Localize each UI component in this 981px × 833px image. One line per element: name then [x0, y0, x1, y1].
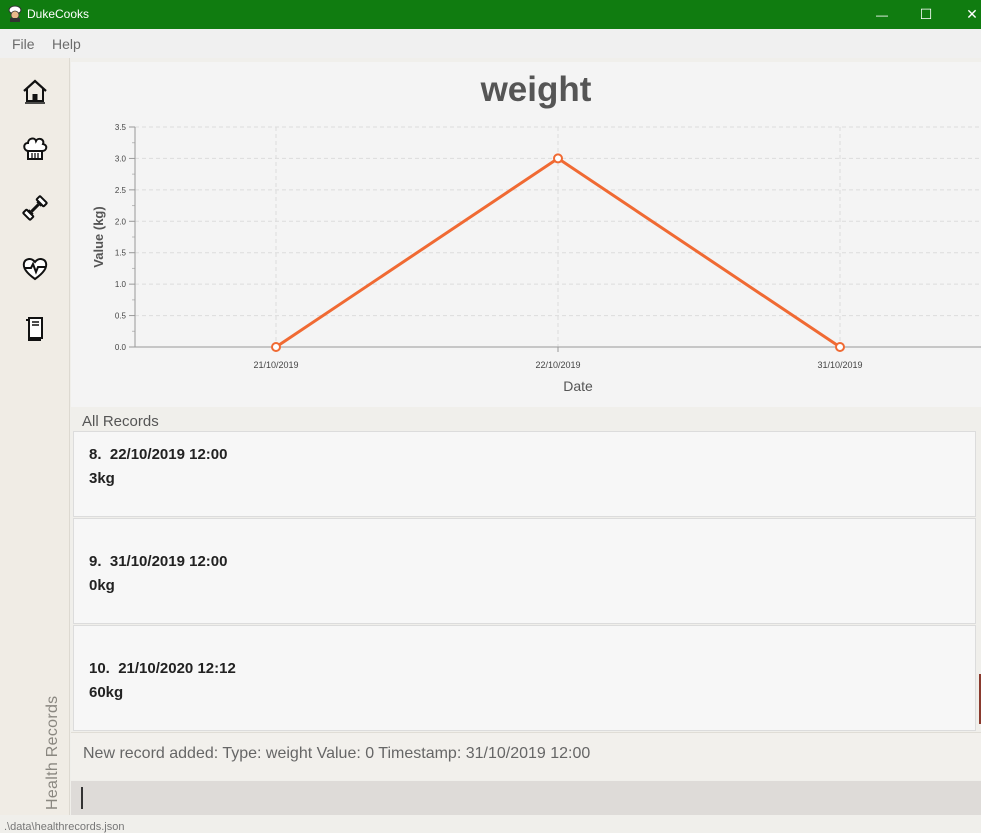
sidebar-item-health[interactable] [17, 250, 53, 286]
title-bar: DukeCooks — ☐ ✕ [0, 0, 981, 29]
chef-app-icon [8, 5, 22, 22]
record-title: 9. 31/10/2019 12:00 [89, 553, 227, 570]
text-caret [81, 787, 83, 809]
y-tick-label: 2.0 [115, 217, 127, 226]
data-point [835, 342, 845, 352]
x-tick-label: 31/10/2019 [817, 360, 862, 370]
book-icon [26, 317, 43, 341]
minimize-icon: — [876, 7, 888, 22]
data-point [271, 342, 281, 352]
data-point [553, 153, 563, 164]
y-tick-label: 3.0 [115, 154, 127, 163]
menu-help[interactable]: Help [52, 36, 81, 52]
record-card[interactable]: 9. 31/10/2019 12:00 0kg [73, 518, 976, 624]
record-index: 9. [89, 553, 102, 570]
y-tick-label: 0.0 [115, 343, 127, 352]
record-index: 8. [89, 446, 102, 463]
maximize-button[interactable]: ☐ [903, 0, 949, 29]
close-icon: ✕ [966, 6, 978, 22]
y-axis-label: Value (kg) [91, 206, 106, 267]
window-title: DukeCooks [27, 7, 90, 21]
record-title: 10. 21/10/2020 12:12 [89, 660, 236, 677]
menu-file[interactable]: File [12, 36, 35, 52]
records-header: All Records [82, 413, 159, 430]
y-tick-label: 0.5 [115, 312, 127, 321]
y-tick-label: 1.0 [115, 280, 127, 289]
sidebar-item-recipes[interactable] [17, 131, 53, 167]
y-tick-label: 2.5 [115, 186, 127, 195]
record-timestamp: 31/10/2019 12:00 [109, 553, 228, 570]
record-value: 60kg [89, 684, 124, 701]
menu-bar: File Help [0, 29, 981, 58]
record-card[interactable]: 10. 21/10/2020 12:12 60kg [73, 625, 976, 731]
sidebar-item-exercise[interactable] [17, 190, 53, 226]
y-tick-label: 3.5 [115, 123, 127, 132]
main-panel: weight 0.0 0.5 1.0 1.5 2.0 2.5 3.0 3.5 21/10/201… [71, 62, 981, 815]
minimize-button[interactable]: — [859, 0, 905, 29]
command-input[interactable] [71, 781, 981, 815]
x-tick-label: 22/10/2019 [535, 360, 580, 370]
result-display: New record added: Type: weight Value: 0 … [71, 732, 981, 780]
home-icon [23, 79, 47, 104]
sidebar-item-home[interactable] [17, 73, 53, 109]
heartbeat-icon [22, 258, 48, 281]
weight-line-chart: 0.0 0.5 1.0 1.5 2.0 2.5 3.0 3.5 21/10/2019 22/10/… [91, 123, 981, 394]
close-button[interactable]: ✕ [949, 0, 981, 29]
chart-panel: weight 0.0 0.5 1.0 1.5 2.0 2.5 3.0 3.5 21/10/201… [71, 62, 981, 407]
x-axis-label: Date [563, 378, 593, 394]
record-timestamp: 22/10/2019 12:00 [109, 446, 228, 463]
chef-hat-icon [23, 137, 48, 160]
save-location: .\data\healthrecords.json [4, 821, 125, 833]
sidebar-item-diary[interactable] [17, 310, 53, 346]
status-message: New record added: Type: weight Value: 0 … [83, 745, 591, 762]
record-index: 10. [89, 660, 110, 677]
record-value: 0kg [89, 577, 115, 594]
x-tick-label: 21/10/2019 [253, 360, 298, 370]
dumbbell-icon [22, 195, 48, 221]
record-timestamp: 21/10/2020 12:12 [118, 660, 236, 677]
record-value: 3kg [89, 470, 115, 487]
record-card[interactable]: 8. 22/10/2019 12:00 3kg [73, 431, 976, 517]
status-footer: .\data\healthrecords.json [0, 815, 981, 833]
y-tick-label: 1.5 [115, 249, 127, 258]
record-title: 8. 22/10/2019 12:00 [89, 446, 227, 463]
page-section-label: Health Records [44, 695, 61, 810]
maximize-icon: ☐ [919, 6, 933, 22]
